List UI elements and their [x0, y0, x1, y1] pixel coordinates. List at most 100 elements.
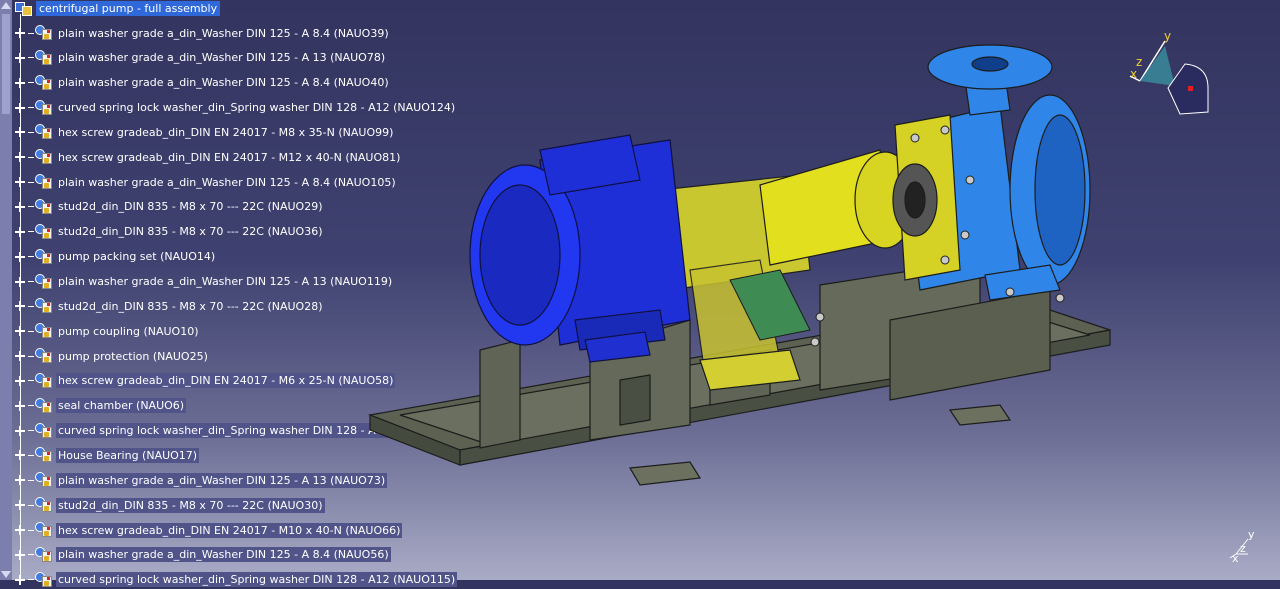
- part-icon: [34, 372, 54, 390]
- tree-node[interactable]: plain washer grade a_din_Washer DIN 125 …: [12, 471, 388, 489]
- tree-node-label: pump coupling (NAUO10): [58, 324, 199, 338]
- expand-plus-icon[interactable]: [12, 75, 28, 91]
- triad-z-label: z: [1240, 542, 1246, 555]
- tree-node[interactable]: plain washer grade a_din_Washer DIN 125 …: [12, 49, 387, 67]
- tree-root-node[interactable]: centrifugal pump - full assembly: [12, 0, 221, 16]
- tree-node[interactable]: plain washer grade a_din_Washer DIN 125 …: [12, 173, 398, 191]
- pump-3d-model[interactable]: [360, 20, 1150, 520]
- tree-node[interactable]: House Bearing (NAUO17): [12, 446, 200, 464]
- tree-node-label: plain washer grade a_din_Washer DIN 125 …: [56, 472, 388, 488]
- compass-x-label: x: [1130, 67, 1137, 81]
- part-icon: [34, 496, 54, 514]
- tree-scrollbar[interactable]: [0, 0, 12, 580]
- part-icon: [34, 49, 54, 67]
- expand-plus-icon[interactable]: [12, 174, 28, 190]
- root-label: centrifugal pump - full assembly: [36, 0, 221, 16]
- tree-node-label: House Bearing (NAUO17): [56, 447, 200, 463]
- part-icon: [34, 546, 54, 564]
- scroll-down-arrow-icon[interactable]: [1, 571, 11, 578]
- part-icon: [34, 74, 54, 92]
- tree-node-label: plain washer grade a_din_Washer DIN 125 …: [58, 175, 396, 189]
- part-icon: [34, 297, 54, 315]
- part-icon: [34, 322, 54, 340]
- expand-plus-icon[interactable]: [12, 298, 28, 314]
- expand-plus-icon[interactable]: [12, 472, 28, 488]
- expand-plus-icon[interactable]: [12, 398, 28, 414]
- expand-plus-icon[interactable]: [12, 224, 28, 240]
- part-icon: [34, 521, 54, 539]
- tree-node[interactable]: hex screw gradeab_din_DIN EN 24017 - M10…: [12, 521, 403, 539]
- tree-node[interactable]: stud2d_din_DIN 835 - M8 x 70 --- 22C (NA…: [12, 223, 325, 241]
- tree-node[interactable]: hex screw gradeab_din_DIN EN 24017 - M6 …: [12, 372, 396, 390]
- tree-node-label: plain washer grade a_din_Washer DIN 125 …: [56, 547, 391, 563]
- expand-plus-icon[interactable]: [12, 348, 28, 364]
- tree-node-label: hex screw gradeab_din_DIN EN 24017 - M10…: [56, 522, 403, 538]
- tree-node-label: seal chamber (NAUO6): [56, 398, 187, 414]
- part-icon: [34, 173, 54, 191]
- part-icon: [34, 99, 54, 117]
- tree-node-label: plain washer grade a_din_Washer DIN 125 …: [58, 275, 393, 288]
- expand-plus-icon[interactable]: [12, 100, 28, 116]
- tree-node[interactable]: stud2d_din_DIN 835 - M8 x 70 --- 22C (NA…: [12, 198, 325, 216]
- assembly-icon: [12, 0, 34, 16]
- tree-node[interactable]: hex screw gradeab_din_DIN EN 24017 - M8 …: [12, 123, 395, 141]
- tree-node-label: plain washer grade a_din_Washer DIN 125 …: [58, 26, 389, 40]
- tree-node[interactable]: stud2d_din_DIN 835 - M8 x 70 --- 22C (NA…: [12, 297, 325, 315]
- expand-plus-icon[interactable]: [12, 547, 28, 563]
- part-icon: [34, 24, 54, 42]
- tree-node-label: stud2d_din_DIN 835 - M8 x 70 --- 22C (NA…: [58, 299, 323, 313]
- expand-plus-icon[interactable]: [12, 149, 28, 165]
- expand-plus-icon[interactable]: [12, 373, 28, 389]
- tree-node[interactable]: plain washer grade a_din_Washer DIN 125 …: [12, 273, 394, 291]
- expand-plus-icon[interactable]: [12, 249, 28, 265]
- tree-node[interactable]: hex screw gradeab_din_DIN EN 24017 - M12…: [12, 148, 402, 166]
- part-icon: [34, 123, 54, 141]
- tree-node-label: stud2d_din_DIN 835 - M8 x 70 --- 22C (NA…: [56, 497, 325, 513]
- compass-y-label: y: [1164, 29, 1171, 43]
- scroll-up-arrow-icon[interactable]: [1, 2, 11, 9]
- expand-plus-icon[interactable]: [12, 323, 28, 339]
- part-icon: [34, 471, 54, 489]
- tree-node[interactable]: pump protection (NAUO25): [12, 347, 210, 365]
- tree-node-label: plain washer grade a_din_Washer DIN 125 …: [58, 76, 389, 90]
- part-icon: [34, 397, 54, 415]
- orientation-compass[interactable]: y z x: [1120, 26, 1220, 116]
- tree-node-label: plain washer grade a_din_Washer DIN 125 …: [58, 51, 386, 65]
- tree-node-label: hex screw gradeab_din_DIN EN 24017 - M12…: [58, 150, 401, 164]
- expand-plus-icon[interactable]: [12, 199, 28, 215]
- tree-node-label: stud2d_din_DIN 835 - M8 x 70 --- 22C (NA…: [58, 225, 323, 239]
- scroll-thumb[interactable]: [2, 14, 10, 114]
- part-icon: [34, 223, 54, 241]
- expand-plus-icon[interactable]: [12, 274, 28, 290]
- tree-node[interactable]: pump packing set (NAUO14): [12, 248, 217, 266]
- triad-y-label: y: [1248, 528, 1255, 541]
- expand-plus-icon[interactable]: [12, 447, 28, 463]
- part-icon: [34, 446, 54, 464]
- pump-casing: [892, 44, 1091, 301]
- electric-motor: [469, 134, 691, 363]
- expand-plus-icon[interactable]: [12, 25, 28, 41]
- part-icon: [34, 248, 54, 266]
- tree-node[interactable]: seal chamber (NAUO6): [12, 397, 187, 415]
- triad-x-label: x: [1232, 552, 1239, 564]
- tree-node[interactable]: stud2d_din_DIN 835 - M8 x 70 --- 22C (NA…: [12, 496, 325, 514]
- expand-plus-icon[interactable]: [12, 423, 28, 439]
- tree-node-label: pump protection (NAUO25): [58, 349, 208, 363]
- part-icon: [34, 273, 54, 291]
- expand-plus-icon[interactable]: [12, 522, 28, 538]
- tree-node[interactable]: plain washer grade a_din_Washer DIN 125 …: [12, 24, 391, 42]
- part-icon: [34, 148, 54, 166]
- tree-node-label: pump packing set (NAUO14): [58, 250, 216, 264]
- expand-plus-icon[interactable]: [12, 124, 28, 140]
- axis-triad-icon: y z x: [1229, 528, 1255, 564]
- tree-node-label: hex screw gradeab_din_DIN EN 24017 - M8 …: [58, 125, 394, 139]
- part-icon: [34, 422, 54, 440]
- tree-node[interactable]: pump coupling (NAUO10): [12, 322, 201, 340]
- tree-node-label: hex screw gradeab_din_DIN EN 24017 - M6 …: [56, 373, 396, 389]
- part-icon: [34, 198, 54, 216]
- expand-plus-icon[interactable]: [12, 50, 28, 66]
- tree-node[interactable]: plain washer grade a_din_Washer DIN 125 …: [12, 546, 391, 564]
- part-icon: [34, 347, 54, 365]
- expand-plus-icon[interactable]: [12, 497, 28, 513]
- tree-node[interactable]: plain washer grade a_din_Washer DIN 125 …: [12, 74, 391, 92]
